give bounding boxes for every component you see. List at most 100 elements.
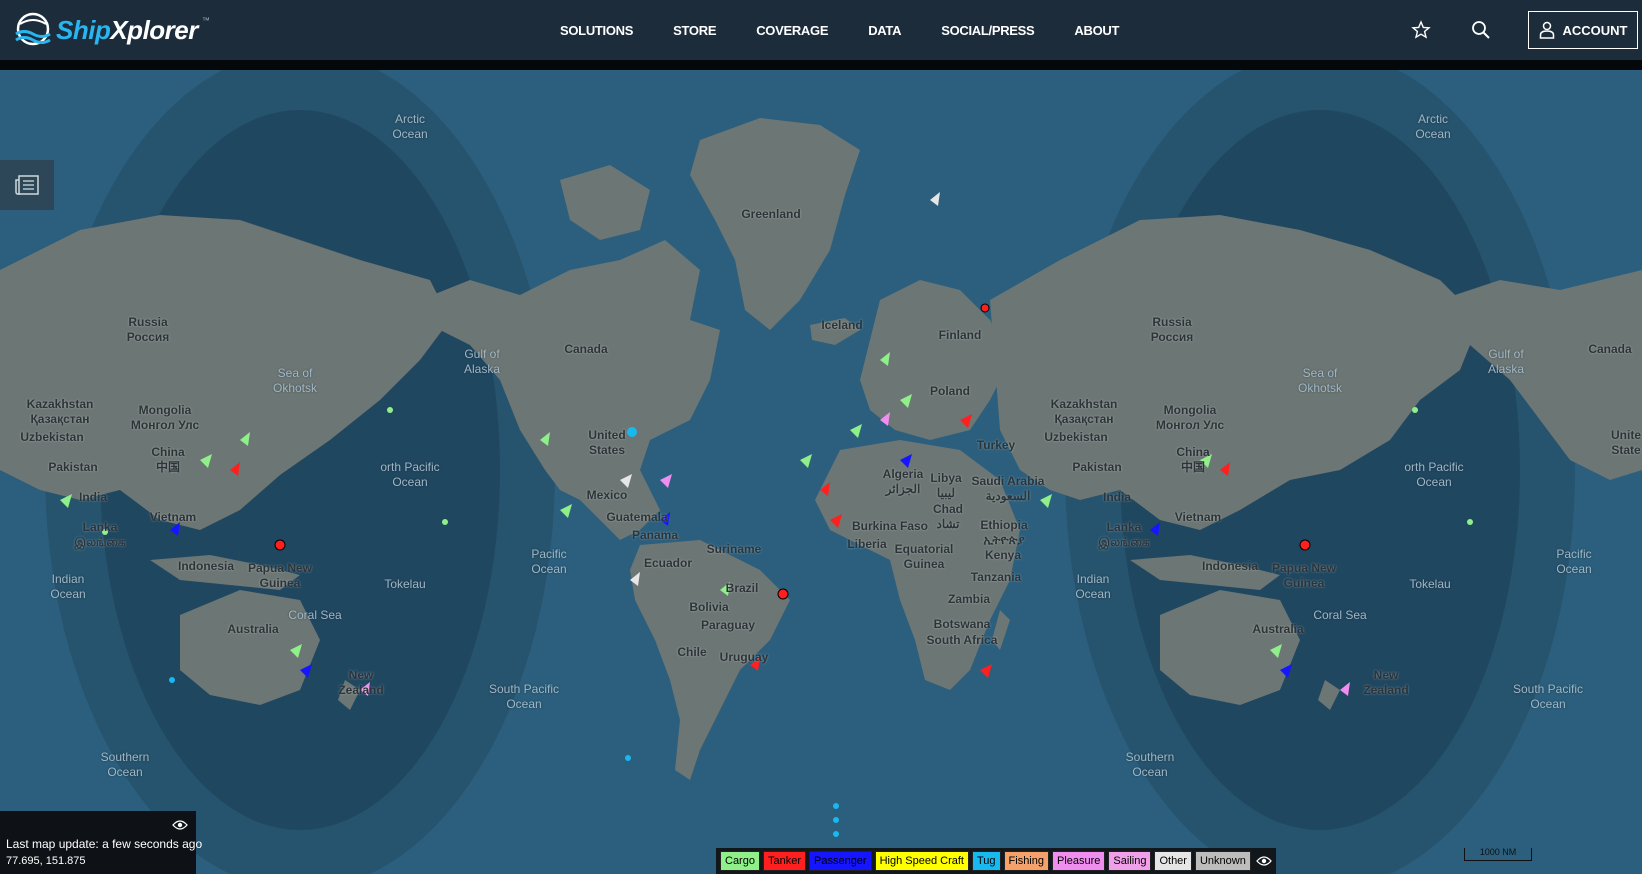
nav-social-press[interactable]: SOCIAL/PRESS xyxy=(941,23,1035,38)
map-label: Uzbekistan xyxy=(20,430,84,444)
legend-unknown[interactable]: Unknown xyxy=(1194,851,1251,871)
map-label: Indonesia xyxy=(1201,559,1259,573)
legend-passenger[interactable]: Passenger xyxy=(809,851,872,871)
map-label: Poland xyxy=(929,384,971,398)
map-label: South Africa xyxy=(926,633,998,647)
cursor-coordinates: 77.695, 151.875 xyxy=(6,855,86,867)
map-label: Mongolia Монгол Улс xyxy=(1155,403,1225,432)
map-label: Australia xyxy=(227,622,279,636)
map-status-panel: Last map update: a few seconds ago 77.69… xyxy=(0,811,202,874)
logo-text-xplorer: Xplorer xyxy=(110,14,198,45)
map-label: China 中国 xyxy=(1176,445,1210,474)
map-label: Russia Россия xyxy=(126,315,170,344)
ship-marker xyxy=(442,519,448,525)
map-label: Gulf of Alaska xyxy=(463,347,501,376)
logo-globe-icon xyxy=(15,12,51,46)
legend-cargo[interactable]: Cargo xyxy=(720,851,760,871)
map-label: Mexico xyxy=(586,488,628,502)
ship-marker xyxy=(833,817,839,823)
logo-text: ShipXplorer xyxy=(56,15,198,46)
map-label: Australia xyxy=(1252,622,1304,636)
logo-text-ship: Ship xyxy=(56,14,111,45)
eye-icon[interactable] xyxy=(172,819,188,834)
map-label: Paraguay xyxy=(700,618,756,632)
legend-other[interactable]: Other xyxy=(1154,851,1192,871)
map-label: Guatemala xyxy=(606,510,668,524)
map-label: Lanka இலங்கை xyxy=(74,520,126,549)
map-label: New Zealand xyxy=(1363,668,1409,697)
map-label: Mongolia Монгол Улс xyxy=(130,403,200,432)
map-label: Arctic Ocean xyxy=(1415,112,1451,141)
map-label: Uzbekistan xyxy=(1044,430,1108,444)
legend-fishing[interactable]: Fishing xyxy=(1003,851,1049,871)
map-label: South Pacific Ocean xyxy=(1512,682,1584,711)
map-label: Pacific Ocean xyxy=(1556,547,1592,576)
ship-marker xyxy=(169,677,175,683)
map-canvas[interactable] xyxy=(0,70,1642,874)
ship-marker xyxy=(833,803,839,809)
map-label: Liberia xyxy=(847,537,887,551)
map-label: Chile xyxy=(677,645,707,659)
nav-coverage[interactable]: COVERAGE xyxy=(756,23,828,38)
map-label: Equatorial Guinea xyxy=(894,542,954,571)
legend-tug[interactable]: Tug xyxy=(971,851,1001,871)
nav-data[interactable]: DATA xyxy=(868,23,901,38)
map-label: South Pacific Ocean xyxy=(488,682,560,711)
map-label: Southern Ocean xyxy=(100,750,150,779)
map-scale-bar: 1000 NM xyxy=(1464,848,1532,861)
nav-store[interactable]: STORE xyxy=(673,23,716,38)
map-label: China 中国 xyxy=(151,445,185,474)
ship-marker xyxy=(777,588,789,600)
map-label: India xyxy=(78,490,108,504)
map-label: Coral Sea xyxy=(288,608,342,622)
account-label: ACCOUNT xyxy=(1562,22,1628,38)
last-map-update: Last map update: a few seconds ago xyxy=(6,837,203,851)
map-label: Southern Ocean xyxy=(1125,750,1175,779)
map-label: Tokelau xyxy=(384,577,426,591)
map-label: Unite State xyxy=(1611,428,1641,457)
map-label: Algeria الجزائر xyxy=(882,467,924,496)
map-label: Burkina Faso xyxy=(851,519,929,533)
legend-high-speed-craft[interactable]: High Speed Craft xyxy=(874,851,969,871)
eye-icon[interactable] xyxy=(1255,855,1272,867)
news-panel-icon xyxy=(15,175,39,195)
map-label: Brazil xyxy=(725,581,759,595)
nav-about[interactable]: ABOUT xyxy=(1074,23,1119,38)
map-label: Finland xyxy=(938,328,982,342)
map-label: Ecuador xyxy=(643,556,693,570)
map-label: United States xyxy=(588,428,626,457)
map-label: Indian Ocean xyxy=(1075,572,1111,601)
user-icon xyxy=(1539,21,1554,39)
legend-tanker[interactable]: Tanker xyxy=(762,851,806,871)
ship-marker xyxy=(1412,407,1418,413)
account-button[interactable]: ACCOUNT xyxy=(1528,11,1638,49)
map-label: Sea of Okhotsk xyxy=(272,366,318,395)
map-label: Pakistan xyxy=(48,460,98,474)
star-icon[interactable] xyxy=(1409,18,1433,42)
map-label: Arctic Ocean xyxy=(392,112,428,141)
ship-marker xyxy=(274,539,286,551)
map-label: Zambia xyxy=(947,592,991,606)
map-label: Botswana xyxy=(933,617,991,631)
map-label: Kenya xyxy=(984,548,1022,562)
map-label: Russia Россия xyxy=(1150,315,1194,344)
vessel-type-legend: Cargo Tanker Passenger High Speed Craft … xyxy=(716,848,1276,874)
search-icon[interactable] xyxy=(1469,18,1493,42)
map-label: Canada xyxy=(564,342,608,356)
map-label: Coral Sea xyxy=(1313,608,1367,622)
header-divider xyxy=(0,60,1642,70)
map-label: Gulf of Alaska xyxy=(1487,347,1525,376)
news-panel-toggle[interactable] xyxy=(0,160,54,210)
ship-marker xyxy=(387,407,393,413)
shipxplorer-logo[interactable]: ShipXplorer ™ xyxy=(14,10,210,50)
legend-pleasure[interactable]: Pleasure xyxy=(1052,851,1106,871)
nav-solutions[interactable]: SOLUTIONS xyxy=(560,23,633,38)
map-label: Vietnam xyxy=(149,510,197,524)
map-label: New Zealand xyxy=(338,668,384,697)
ship-marker xyxy=(627,427,637,437)
ship-marker xyxy=(980,303,990,313)
legend-sailing[interactable]: Sailing xyxy=(1108,851,1152,871)
map-label: orth Pacific Ocean xyxy=(380,460,440,489)
map-label: India xyxy=(1102,490,1132,504)
world-map[interactable]: Arctic Ocean Greenland Iceland Arctic Oc… xyxy=(0,70,1642,874)
